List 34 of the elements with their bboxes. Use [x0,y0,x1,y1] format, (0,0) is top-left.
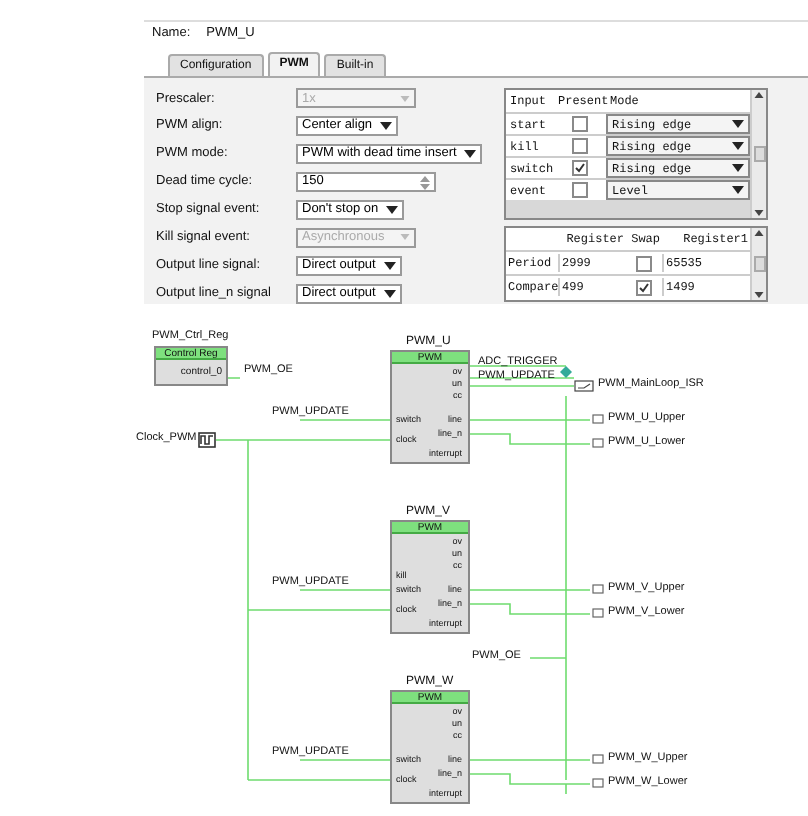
caret-icon [732,164,744,172]
checkbox[interactable] [636,279,652,295]
scroll-down-icon[interactable] [754,210,764,216]
spinner-icon[interactable] [420,175,430,190]
caret-icon [732,142,744,150]
checkbox[interactable] [572,182,588,198]
caret-icon [732,186,744,194]
caret-icon [386,205,399,214]
scroll-up-icon[interactable] [754,230,764,236]
clock-icon [198,432,216,448]
checkbox[interactable] [572,138,588,154]
interrupt-icon [574,380,594,392]
port-icon [592,584,604,595]
port-icon [592,754,604,765]
checkbox[interactable] [636,255,652,271]
scroll-thumb[interactable] [753,146,765,162]
port-icon [592,414,604,425]
port-icon [592,778,604,789]
scroll-thumb[interactable] [753,256,765,272]
port-icon [592,608,604,619]
caret-icon [380,122,393,131]
caret-icon [400,234,410,241]
scrollbar[interactable] [750,90,766,218]
port-icon [592,438,604,449]
checkbox[interactable] [572,116,588,132]
caret-icon [383,261,396,270]
caret-icon [400,95,410,102]
scroll-down-icon[interactable] [754,292,764,298]
checkbox[interactable] [572,160,588,176]
caret-icon [464,150,477,159]
scrollbar[interactable] [750,228,766,300]
caret-icon [383,289,396,298]
caret-icon [732,120,744,128]
scroll-up-icon[interactable] [754,92,764,98]
